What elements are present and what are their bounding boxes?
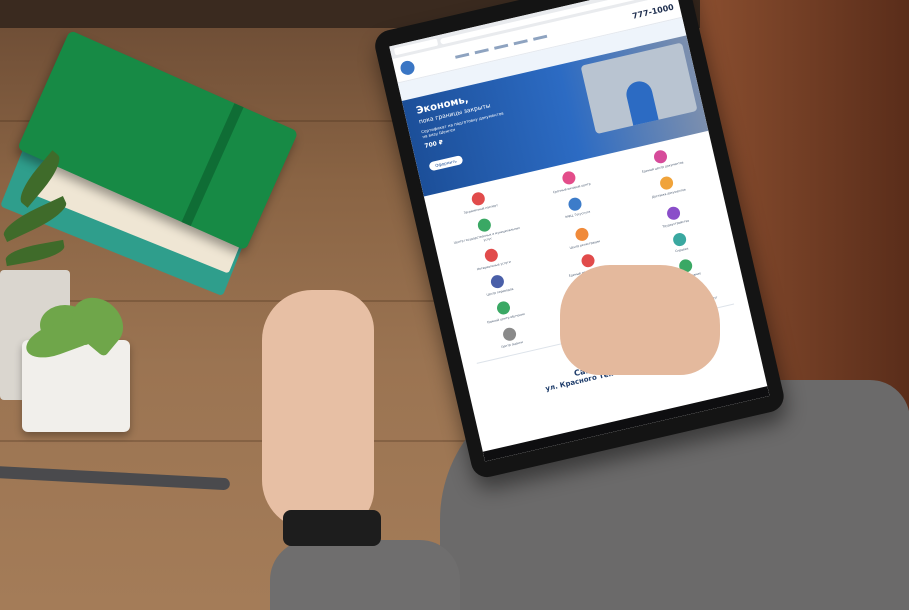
left-sleeve [270, 540, 460, 610]
photo-scene: 777-1000 Экономь, пока границы закрыты С… [0, 0, 909, 610]
menu-item[interactable] [493, 43, 509, 50]
service-icon [652, 148, 669, 165]
menu-item[interactable] [454, 52, 470, 59]
right-hand [560, 265, 720, 375]
service-icon [574, 226, 591, 243]
left-hand [262, 290, 374, 530]
banner-button[interactable]: Оформить [428, 154, 464, 172]
phone-number[interactable]: 777-1000 [631, 2, 674, 20]
service-icon [483, 247, 500, 264]
site-logo[interactable] [399, 59, 416, 77]
menu-item[interactable] [513, 38, 528, 45]
service-icon [658, 175, 675, 191]
menu-item[interactable] [474, 47, 489, 54]
service-icon [567, 196, 584, 212]
service-icon [495, 300, 512, 316]
service-icon [671, 231, 688, 248]
service-icon [476, 217, 493, 233]
menu-item[interactable] [532, 34, 548, 41]
service-icon [489, 273, 506, 290]
service-icon [561, 169, 578, 186]
service-icon [470, 190, 487, 207]
service-icon [665, 205, 682, 222]
logo-text [420, 58, 449, 65]
plant-leaf [4, 239, 66, 267]
stylus-pen [0, 465, 231, 491]
smart-watch [283, 510, 381, 546]
arch-photo [580, 42, 698, 135]
service-icon [501, 326, 518, 343]
service-icon [580, 252, 597, 269]
